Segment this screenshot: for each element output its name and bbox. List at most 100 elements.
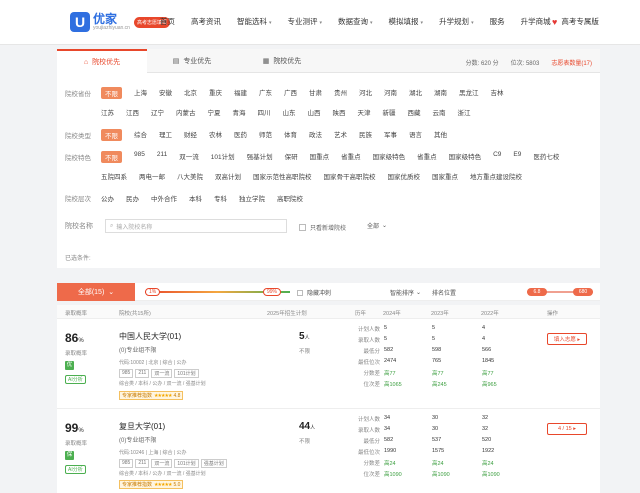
type-option[interactable]: 语言: [409, 129, 422, 141]
type-option[interactable]: 综合: [134, 129, 147, 141]
region-option[interactable]: 广东: [259, 87, 272, 99]
feature-option[interactable]: 保研: [285, 151, 298, 163]
feature-option[interactable]: 强基计划: [247, 151, 273, 163]
vip-entry[interactable]: ♥ 高考专属版: [552, 16, 599, 27]
level-option[interactable]: 中外合作: [151, 193, 177, 203]
type-option[interactable]: 不限: [101, 129, 122, 141]
sort-select[interactable]: 智能排序 ⌄: [390, 288, 421, 297]
feature-option[interactable]: 211: [157, 151, 167, 163]
nav-item-5[interactable]: 模拟填报 ▾: [389, 16, 424, 27]
rank-slider[interactable]: 6.8 680: [527, 288, 593, 296]
type-option[interactable]: 师范: [259, 129, 272, 141]
nav-item-2[interactable]: 智能选科 ▾: [237, 16, 272, 27]
type-option[interactable]: 农林: [209, 129, 222, 141]
level-option[interactable]: 民办: [126, 193, 139, 203]
feature-option[interactable]: 五院四系: [101, 171, 127, 181]
region-option[interactable]: 青海: [233, 107, 246, 117]
region-option[interactable]: 湖南: [434, 87, 447, 99]
region-option[interactable]: 四川: [258, 107, 271, 117]
region-option[interactable]: 河北: [359, 87, 372, 99]
region-option[interactable]: 安徽: [159, 87, 172, 99]
feature-option[interactable]: 双高计划: [215, 171, 241, 181]
type-option[interactable]: 政法: [309, 129, 322, 141]
level-option[interactable]: 本科: [189, 193, 202, 203]
type-option[interactable]: 其他: [434, 129, 447, 141]
type-option[interactable]: 民族: [359, 129, 372, 141]
hide-low-toggle[interactable]: 隐藏冲刺: [297, 288, 331, 297]
type-option[interactable]: 财经: [184, 129, 197, 141]
feature-option[interactable]: 国重点: [310, 151, 330, 163]
nav-item-1[interactable]: 高考资讯: [191, 16, 221, 27]
feature-option[interactable]: 两电一邮: [139, 171, 165, 181]
region-option[interactable]: 内蒙古: [176, 107, 196, 117]
feature-option[interactable]: 八大美院: [177, 171, 203, 181]
type-option[interactable]: 艺术: [334, 129, 347, 141]
region-option[interactable]: 甘肃: [309, 87, 322, 99]
category-select[interactable]: 全部 ⌄: [367, 221, 387, 230]
probability-max-knob[interactable]: 99%: [263, 288, 282, 296]
feature-option[interactable]: 985: [134, 151, 145, 163]
nav-item-8[interactable]: 升学商城: [521, 16, 551, 27]
new-school-toggle[interactable]: 只看新增院校: [299, 223, 346, 232]
region-option[interactable]: 陕西: [333, 107, 346, 117]
rank-max-knob[interactable]: 680: [573, 288, 593, 296]
plan-count-link[interactable]: 志愿表数量(17): [551, 58, 592, 67]
region-option[interactable]: 山西: [308, 107, 321, 117]
nav-item-6[interactable]: 升学规划 ▾: [439, 16, 474, 27]
ai-analysis-button[interactable]: AI分析: [65, 465, 86, 474]
region-option[interactable]: 湖北: [409, 87, 422, 99]
feature-option[interactable]: C9: [493, 151, 501, 163]
region-option[interactable]: 山东: [283, 107, 296, 117]
region-option[interactable]: 北京: [184, 87, 197, 99]
region-option[interactable]: 江苏: [101, 107, 114, 117]
region-option[interactable]: 福建: [234, 87, 247, 99]
level-option[interactable]: 独立学院: [239, 193, 265, 203]
feature-option[interactable]: 国家级特色: [373, 151, 406, 163]
probability-slider[interactable]: 1% 99%: [145, 288, 290, 296]
type-option[interactable]: 体育: [284, 129, 297, 141]
region-option[interactable]: 新疆: [383, 107, 396, 117]
tab-school-first-2[interactable]: ▦ 院校优先: [237, 49, 327, 73]
region-option[interactable]: 宁夏: [208, 107, 221, 117]
feature-option[interactable]: 国家重点: [432, 171, 458, 181]
type-option[interactable]: 理工: [159, 129, 172, 141]
region-option[interactable]: 重庆: [209, 87, 222, 99]
nav-item-7[interactable]: 服务: [490, 16, 505, 27]
region-option[interactable]: 辽宁: [151, 107, 164, 117]
feature-option[interactable]: 不限: [101, 151, 122, 163]
region-option[interactable]: 不限: [101, 87, 122, 99]
all-results-button[interactable]: 全部(15) ⌄: [57, 283, 135, 301]
region-option[interactable]: 黑龙江: [459, 87, 479, 99]
feature-option[interactable]: 国家优质校: [388, 171, 421, 181]
feature-option[interactable]: 101计划: [211, 151, 235, 163]
feature-option[interactable]: 医药七校: [533, 151, 559, 163]
feature-option[interactable]: 双一流: [179, 151, 199, 163]
region-option[interactable]: 广西: [284, 87, 297, 99]
school-name[interactable]: 中国人民大学(01): [119, 331, 181, 342]
rank-min-knob[interactable]: 6.8: [527, 288, 547, 296]
feature-option[interactable]: E9: [513, 151, 521, 163]
type-option[interactable]: 军事: [384, 129, 397, 141]
region-option[interactable]: 西藏: [408, 107, 421, 117]
feature-option[interactable]: 地方重点建设院校: [470, 171, 522, 181]
feature-option[interactable]: 国家示范性高职院校: [253, 171, 312, 181]
probability-min-knob[interactable]: 1%: [145, 288, 161, 296]
nav-item-3[interactable]: 专业测评 ▾: [288, 16, 323, 27]
add-to-plan-button[interactable]: 填入志愿 ▸: [547, 333, 587, 345]
level-option[interactable]: 高职院校: [277, 193, 303, 203]
region-option[interactable]: 吉林: [491, 87, 504, 99]
region-option[interactable]: 河南: [384, 87, 397, 99]
region-option[interactable]: 江西: [126, 107, 139, 117]
school-name[interactable]: 复旦大学(01): [119, 421, 165, 432]
feature-option[interactable]: 国家级特色: [449, 151, 482, 163]
feature-option[interactable]: 国家骨干高职院校: [324, 171, 376, 181]
tab-major-first[interactable]: ▤ 专业优先: [147, 49, 237, 73]
region-option[interactable]: 浙江: [458, 107, 471, 117]
add-to-plan-button[interactable]: 4 / 15 ▸: [547, 423, 587, 435]
region-option[interactable]: 天津: [358, 107, 371, 117]
ai-analysis-button[interactable]: AI分析: [65, 375, 86, 384]
region-option[interactable]: 上海: [134, 87, 147, 99]
feature-option[interactable]: 省重点: [417, 151, 437, 163]
tab-school-first[interactable]: ⌂ 院校优先: [57, 49, 147, 73]
nav-item-4[interactable]: 数据查询 ▾: [338, 16, 373, 27]
